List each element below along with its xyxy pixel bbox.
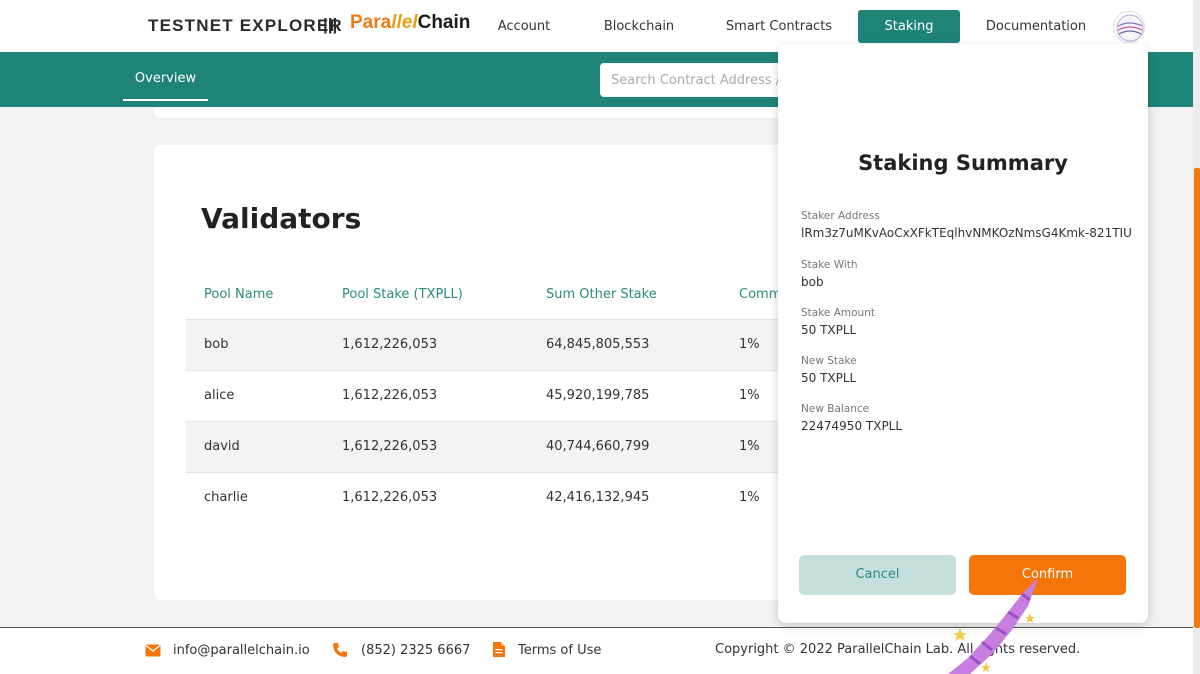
staker-address-value: lRm3z7uMKvAoCxXFkTEqlhvNMKOzNmsG4Kmk-821… <box>801 226 1132 240</box>
cell-sum-other-stake: 40,744,660,799 <box>546 439 650 454</box>
validators-title: Validators <box>201 202 362 235</box>
cell-pool-stake: 1,612,226,053 <box>342 439 438 454</box>
nav-blockchain[interactable]: Blockchain <box>597 10 681 43</box>
nav-staking[interactable]: Staking <box>858 10 960 43</box>
cell-pool-name: charlie <box>204 490 248 505</box>
search-input[interactable] <box>600 63 800 97</box>
new-stake-value: 50 TXPLL <box>801 371 857 385</box>
user-avatar[interactable] <box>1113 11 1145 43</box>
cell-sum-other-stake: 45,920,199,785 <box>546 388 650 403</box>
nav-smart-contracts[interactable]: Smart Contracts <box>721 10 837 43</box>
staker-address-label: Staker Address <box>801 210 880 222</box>
brand-title: TESTNET EXPLORER <box>148 16 343 35</box>
col-header-commission[interactable]: Comm <box>739 287 781 302</box>
col-header-sum-other-stake[interactable]: Sum Other Stake <box>546 287 657 302</box>
stake-with-value: bob <box>801 275 824 289</box>
nav-documentation[interactable]: Documentation <box>980 10 1092 43</box>
cell-commission: 1% <box>739 388 760 403</box>
table-row[interactable]: alice 1,612,226,053 45,920,199,785 1% <box>186 370 794 421</box>
unicorn-horn-cursor-icon <box>948 578 1038 674</box>
phone-icon <box>333 643 347 657</box>
cell-pool-stake: 1,612,226,053 <box>342 490 438 505</box>
scrollbar-thumb[interactable] <box>1194 168 1200 628</box>
logo-part-2: llel <box>391 12 418 33</box>
col-header-pool-stake[interactable]: Pool Stake (TXPLL) <box>342 287 463 302</box>
cell-pool-stake: 1,612,226,053 <box>342 337 438 352</box>
stake-amount-value: 50 TXPLL <box>801 323 857 337</box>
nav-account[interactable]: Account <box>490 10 558 43</box>
col-header-pool-name[interactable]: Pool Name <box>204 287 273 302</box>
table-row[interactable]: bob 1,612,226,053 64,845,805,553 1% <box>186 319 794 370</box>
cell-sum-other-stake: 42,416,132,945 <box>546 490 650 505</box>
logo-part-1: Para <box>350 12 392 33</box>
cell-commission: 1% <box>739 337 760 352</box>
cell-pool-name: david <box>204 439 240 454</box>
footer-phone[interactable]: (852) 2325 6667 <box>361 643 470 658</box>
table-row[interactable]: david 1,612,226,053 40,744,660,799 1% <box>186 421 794 472</box>
previous-card <box>154 107 794 118</box>
footer-terms-link[interactable]: Terms of Use <box>518 643 601 658</box>
footer-email[interactable]: info@parallelchain.io <box>173 643 310 658</box>
parallelchain-logo[interactable]: ParallelChain <box>350 12 470 34</box>
cell-pool-stake: 1,612,226,053 <box>342 388 438 403</box>
new-balance-label: New Balance <box>801 403 870 415</box>
new-stake-label: New Stake <box>801 355 857 367</box>
document-icon <box>493 642 505 657</box>
cell-commission: 1% <box>739 490 760 505</box>
logo-part-3: Chain <box>417 12 471 33</box>
stake-amount-label: Stake Amount <box>801 307 875 319</box>
cell-commission: 1% <box>739 439 760 454</box>
mail-icon <box>145 644 161 657</box>
stake-with-label: Stake With <box>801 259 858 271</box>
new-balance-value: 22474950 TXPLL <box>801 419 903 433</box>
cell-sum-other-stake: 64,845,805,553 <box>546 337 650 352</box>
modal-title: Staking Summary <box>858 151 1068 175</box>
tab-overview[interactable]: Overview <box>123 52 208 101</box>
cell-pool-name: alice <box>204 388 235 403</box>
brand-separator: ||| <box>323 15 338 34</box>
cell-pool-name: bob <box>204 337 229 352</box>
table-row[interactable]: charlie 1,612,226,053 42,416,132,945 1% <box>186 472 794 523</box>
